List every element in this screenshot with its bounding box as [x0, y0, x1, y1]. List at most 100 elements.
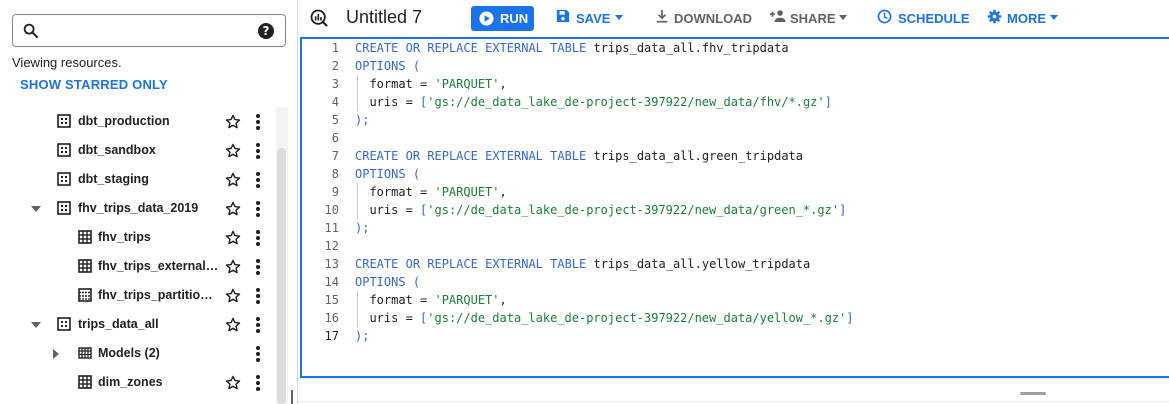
show-starred-only-button[interactable]: SHOW STARRED ONLY [20, 77, 168, 92]
table-icon [78, 230, 92, 244]
code-line[interactable]: CREATE OR REPLACE EXTERNAL TABLE trips_d… [355, 255, 810, 273]
tree-item-label: fhv_trips_data_2019 [78, 201, 199, 215]
tree-item-label: trips_data_all [78, 317, 159, 331]
line-number: 7 [331, 149, 339, 163]
resource-tree: dbt_production dbt_sandbox dbt_staging fhv_… [0, 107, 276, 404]
download-button[interactable]: DOWNLOAD [655, 8, 752, 28]
download-label: DOWNLOAD [674, 11, 752, 26]
tree-item[interactable]: dbt_staging [0, 165, 276, 194]
chevron-down-icon[interactable] [30, 319, 42, 331]
tree-item[interactable]: fhv_trips_data_2019 [0, 194, 276, 223]
code-line[interactable]: OPTIONS ( [355, 57, 420, 75]
models-icon [78, 347, 92, 359]
tree-item-label: fhv_trips_external_ta… [98, 259, 220, 273]
tree-item[interactable]: fhv_trips_partitioned [0, 281, 276, 310]
query-icon [310, 9, 328, 27]
tree-item-label: dim_zones [98, 375, 163, 389]
star-outline-icon[interactable] [224, 316, 242, 334]
code-line[interactable]: OPTIONS ( [355, 165, 420, 183]
star-outline-icon[interactable] [224, 258, 242, 276]
more-button[interactable]: MORE [987, 8, 1062, 28]
chevron-down-icon[interactable] [30, 203, 42, 215]
tree-item[interactable]: dbt_sandbox [0, 136, 276, 165]
more-vert-icon[interactable] [251, 200, 265, 218]
line-number: 1 [331, 41, 339, 55]
code-line[interactable]: format = 'PARQUET', [355, 75, 506, 93]
chevron-right-icon[interactable] [50, 348, 62, 360]
code-line[interactable]: ); [355, 327, 369, 345]
line-number: 14 [324, 275, 339, 289]
more-label: MORE [1007, 11, 1046, 26]
run-button[interactable]: RUN [471, 6, 534, 31]
code-line[interactable]: ); [355, 111, 369, 129]
line-number: 3 [331, 77, 339, 91]
more-vert-icon[interactable] [251, 258, 265, 276]
star-outline-icon[interactable] [224, 374, 242, 392]
code-line[interactable]: uris = ['gs://de_data_lake_de-project-39… [355, 309, 853, 327]
line-number: 5 [331, 113, 339, 127]
dataset-icon [57, 172, 71, 186]
line-number: 10 [324, 203, 339, 217]
more-vert-icon[interactable] [251, 345, 265, 363]
code-line[interactable]: CREATE OR REPLACE EXTERNAL TABLE trips_d… [355, 147, 803, 165]
chevron-down-icon [839, 15, 847, 20]
star-outline-icon[interactable] [224, 287, 242, 305]
search-input[interactable] [47, 21, 247, 41]
line-number: 8 [331, 167, 339, 181]
star-outline-icon[interactable] [224, 142, 242, 160]
tree-item[interactable]: trips_data_all [0, 310, 276, 339]
save-button[interactable]: SAVE [556, 8, 626, 28]
line-number: 17 [324, 329, 339, 343]
line-number: 6 [331, 131, 339, 145]
run-label: RUN [500, 11, 529, 26]
query-title[interactable]: Untitled 7 [346, 7, 422, 28]
line-number: 4 [331, 95, 339, 109]
more-vert-icon[interactable] [251, 171, 265, 189]
tree-item[interactable]: fhv_trips_external_ta… [0, 252, 276, 281]
divider-line [298, 401, 1169, 402]
help-icon[interactable]: ? [258, 23, 274, 39]
more-vert-icon[interactable] [251, 142, 265, 160]
dataset-icon [57, 317, 71, 331]
code-line[interactable]: CREATE OR REPLACE EXTERNAL TABLE trips_d… [355, 39, 789, 57]
more-vert-icon[interactable] [251, 287, 265, 305]
editor-toolbar: Untitled 7 RUN SAVE DOWNLOAD SHARE SCHED… [298, 0, 1169, 36]
editor-resize-bar[interactable] [298, 378, 1169, 404]
search-box[interactable]: ? [12, 14, 286, 47]
tree-item[interactable]: dim_zones [0, 368, 276, 397]
line-number: 11 [324, 221, 339, 235]
resize-handle-icon[interactable] [1020, 392, 1046, 395]
star-outline-icon[interactable] [224, 229, 242, 247]
sql-editor[interactable]: 1 CREATE OR REPLACE EXTERNAL TABLE trips_… [300, 37, 1169, 378]
tree-item-label: dbt_sandbox [78, 143, 156, 157]
code-line[interactable]: OPTIONS ( [355, 273, 420, 291]
tree-item-label: dbt_staging [78, 172, 149, 186]
tree-item[interactable]: Models (2) [0, 339, 276, 368]
more-vert-icon[interactable] [251, 374, 265, 392]
clock-icon [877, 9, 892, 24]
more-vert-icon[interactable] [251, 229, 265, 247]
schedule-button[interactable]: SCHEDULE [877, 8, 970, 28]
code-line[interactable]: uris = ['gs://de_data_lake_de-project-39… [355, 201, 846, 219]
star-outline-icon[interactable] [224, 113, 242, 131]
share-button[interactable]: SHARE [769, 8, 849, 28]
chevron-down-icon [1050, 15, 1058, 20]
schedule-label: SCHEDULE [898, 11, 970, 26]
code-line[interactable]: format = 'PARQUET', [355, 183, 506, 201]
dataset-icon [57, 143, 71, 157]
line-number: 15 [324, 293, 339, 307]
tree-item[interactable]: fhv_trips [0, 223, 276, 252]
more-vert-icon[interactable] [251, 113, 265, 131]
search-icon [23, 23, 38, 38]
tree-item[interactable]: dbt_production [0, 107, 276, 136]
code-line[interactable]: uris = ['gs://de_data_lake_de-project-39… [355, 93, 831, 111]
star-outline-icon[interactable] [224, 171, 242, 189]
more-vert-icon[interactable] [251, 316, 265, 334]
code-line[interactable]: ); [355, 219, 369, 237]
code-line[interactable]: format = 'PARQUET', [355, 291, 506, 309]
scrollbar-thumb[interactable] [277, 148, 286, 404]
viewing-resources-text: Viewing resources. [12, 55, 122, 70]
star-outline-icon[interactable] [224, 200, 242, 218]
download-icon [656, 9, 668, 23]
panel-divider[interactable] [297, 0, 298, 404]
